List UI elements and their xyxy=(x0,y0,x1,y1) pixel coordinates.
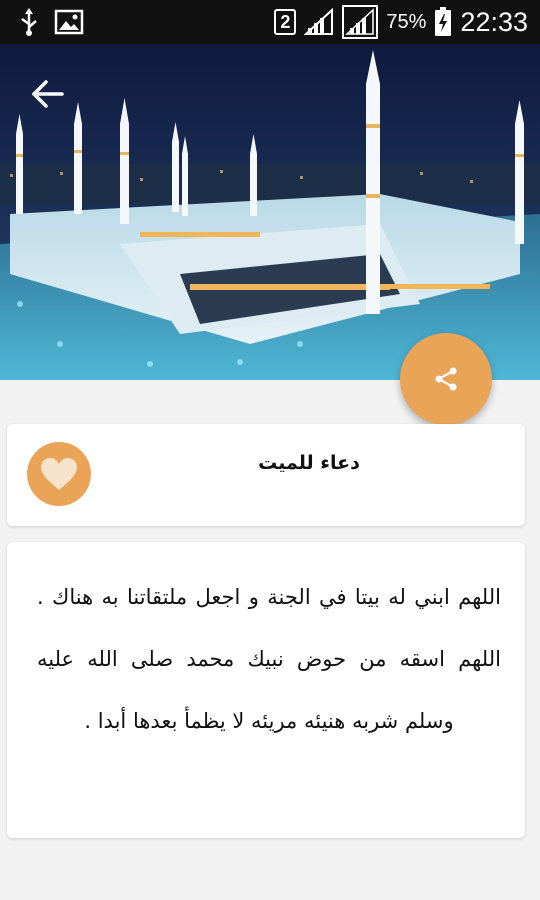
usb-icon xyxy=(21,8,37,36)
signal-icon-2 xyxy=(342,5,379,39)
favorite-button[interactable] xyxy=(27,442,91,506)
status-bar: 2 75% 22:33 xyxy=(0,0,540,44)
hero-image xyxy=(0,44,540,380)
mosque-image xyxy=(0,44,540,380)
share-icon xyxy=(435,367,457,391)
heart-icon xyxy=(41,458,77,490)
signal-icon xyxy=(304,8,334,35)
arrow-left-icon[interactable] xyxy=(28,74,68,114)
dua-title: دعاء للميت xyxy=(258,452,360,474)
dua-text: اللهم ابني له بيتا في الجنة و اجعل ملتقا… xyxy=(37,585,501,733)
image-icon xyxy=(54,9,84,35)
battery-charging-icon xyxy=(435,7,452,36)
battery-percent: 75% xyxy=(386,10,427,33)
sim-slot-badge: 2 xyxy=(274,9,297,35)
title-card: دعاء للميت xyxy=(7,424,525,526)
share-button[interactable] xyxy=(400,333,492,425)
dua-text-card: اللهم ابني له بيتا في الجنة و اجعل ملتقا… xyxy=(7,542,525,838)
clock: 22:33 xyxy=(460,6,528,37)
